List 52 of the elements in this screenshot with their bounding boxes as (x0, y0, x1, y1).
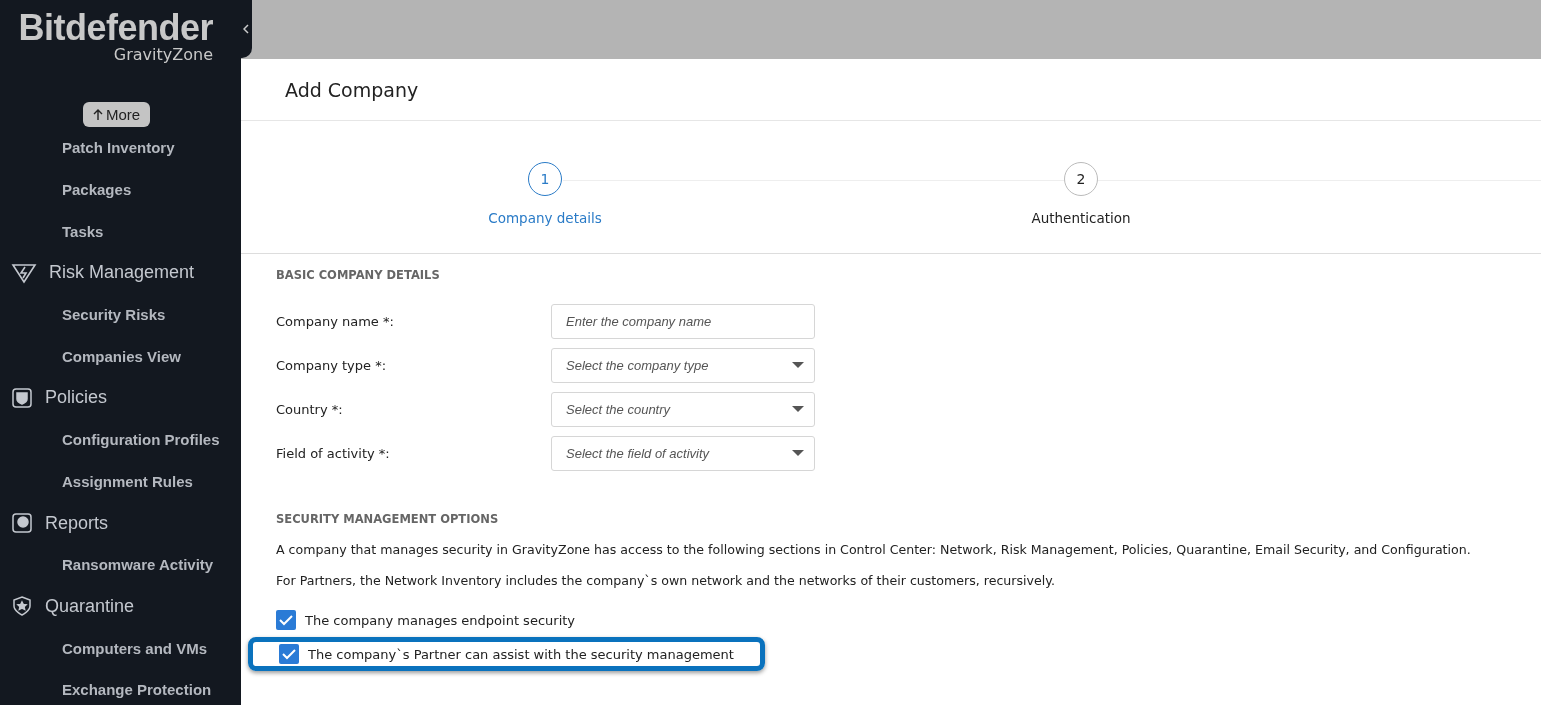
checkbox[interactable] (276, 610, 296, 630)
more-button[interactable]: More (83, 102, 151, 127)
step-label[interactable]: Authentication (1031, 210, 1131, 226)
description-text: A company that manages security in GravityZone has access to the following sections in Control Center: Network, Risk Management, Policies, Quarantine, Email Security, and Configuration. (276, 542, 1472, 557)
dropdown-caret-icon (792, 362, 804, 368)
sidebar-section-label: Quarantine (45, 595, 135, 617)
dropdown-caret-icon (792, 450, 804, 456)
sidebar-item[interactable]: Packages (0, 168, 241, 211)
sidebar-section[interactable]: Policies (0, 377, 241, 419)
step-number[interactable]: 1 (528, 162, 562, 196)
description-text: For Partners, the Network Inventory includes the company`s own network and the networks of their customers, recursively. (276, 573, 1056, 588)
arrow-up-icon (93, 109, 103, 120)
step-label[interactable]: Company details (488, 210, 602, 226)
chevron-left-icon (243, 24, 249, 34)
sidebar-item[interactable]: Assignment Rules (0, 460, 241, 503)
checkbox-label[interactable]: The company manages endpoint security (305, 612, 576, 628)
brand-subtitle: GravityZone (113, 46, 213, 64)
sidebar-section[interactable]: Risk Management (0, 252, 241, 294)
select-field[interactable]: Select the company type (551, 347, 815, 383)
lightning-shield-icon (11, 261, 37, 284)
page-title: Add Company (285, 78, 419, 101)
brand-logo: Bitdefender (18, 8, 213, 48)
checkmark-icon (282, 648, 296, 660)
sidebar-item[interactable]: Patch Inventory (0, 127, 241, 169)
checkbox-label[interactable]: The company`s Partner can assist with the security management (308, 646, 734, 662)
checkbox[interactable] (279, 644, 299, 664)
sidebar-item[interactable]: Exchange Protection (0, 668, 241, 705)
dropdown-caret-icon (792, 406, 804, 412)
collapse-tab[interactable] (240, 0, 252, 58)
field-label: Company type *: (276, 357, 388, 373)
sidebar-section-label: Reports (45, 512, 109, 534)
select-field[interactable]: Select the field of activity (551, 435, 815, 471)
field-label: Country *: (276, 401, 344, 417)
field-label: Field of activity *: (276, 445, 391, 461)
sidebar-section[interactable]: Quarantine (0, 585, 241, 628)
sidebar-item[interactable]: Computers and VMs (0, 627, 241, 669)
sidebar-item[interactable]: Security Risks (0, 293, 241, 336)
section-title: BASIC COMPANY DETAILS (276, 268, 441, 282)
sidebar-item[interactable]: Ransomware Activity (0, 543, 241, 586)
step-number[interactable]: 2 (1064, 162, 1098, 196)
sidebar-item[interactable]: Companies View (0, 335, 241, 378)
sidebar-section-label: Risk Management (49, 262, 195, 284)
star-shield-icon (11, 595, 33, 618)
checkmark-icon (279, 614, 293, 626)
input-field[interactable]: Enter the company name (551, 303, 815, 339)
section-title: SECURITY MANAGEMENT OPTIONS (276, 512, 500, 526)
sidebar-item[interactable]: Tasks (0, 210, 241, 253)
sidebar-item[interactable]: Configuration Profiles (0, 418, 241, 461)
sidebar-section[interactable]: Reports (0, 502, 241, 544)
sidebar-section-label: Policies (45, 387, 108, 409)
select-field[interactable]: Select the country (551, 391, 815, 427)
field-label: Company name *: (276, 313, 395, 329)
